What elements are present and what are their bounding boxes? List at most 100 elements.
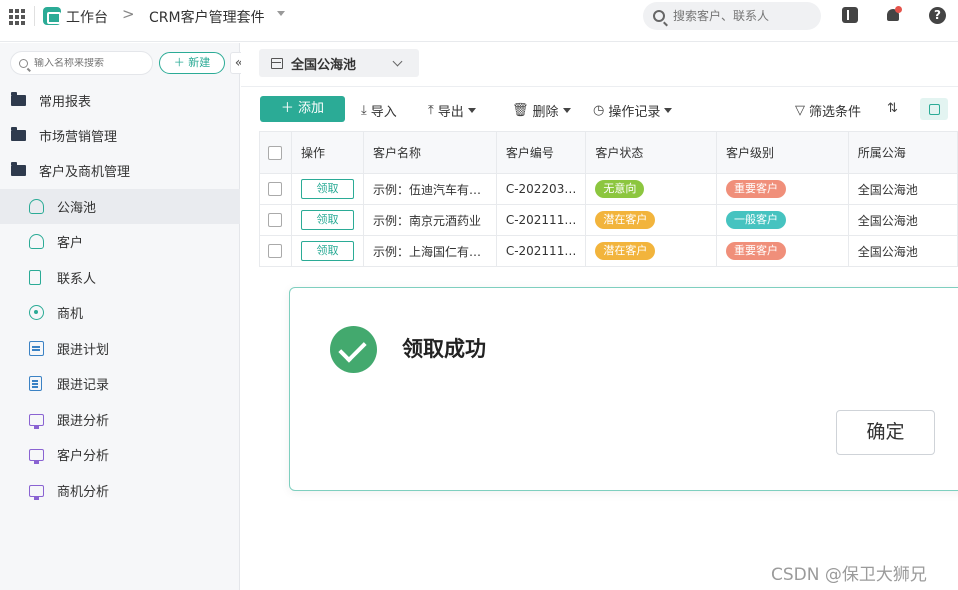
filter-button[interactable]: ▽ 筛选条件: [795, 101, 861, 120]
sidebar-item-label: 客户分析: [57, 449, 110, 464]
import-button[interactable]: ⤓ 导入: [361, 101, 397, 120]
view-selector[interactable]: 全国公海池: [259, 49, 419, 77]
sidebar-item-follow-analysis[interactable]: 跟进分析: [0, 402, 240, 437]
table-view-icon: [271, 57, 283, 69]
sidebar-item-follow-plan[interactable]: 跟进计划: [0, 331, 240, 366]
status-badge: 潜在客户: [595, 242, 656, 260]
workbench-logo-icon: [43, 7, 61, 25]
global-search[interactable]: [643, 2, 821, 30]
delete-button[interactable]: 🗑 删除: [512, 101, 571, 120]
clock-icon: ◷: [593, 103, 605, 118]
sidebar-group-marketing[interactable]: 市场营销管理: [0, 118, 240, 153]
sidebar-item-label: 客户: [57, 236, 84, 251]
status-cell: 潜在客户: [585, 235, 718, 267]
claim-button[interactable]: 领取: [300, 241, 354, 261]
sidebar-search[interactable]: [10, 51, 153, 75]
view-name: 全国公海池: [291, 57, 357, 73]
row-select-cell: [259, 173, 292, 205]
customer-name[interactable]: 示例：上海国仁有…: [362, 235, 497, 267]
sidebar-item-customers[interactable]: 客户: [0, 224, 240, 259]
column-header[interactable]: 客户编号: [495, 131, 587, 174]
export-label: 导出: [437, 105, 464, 120]
pool-name: 全国公海池: [847, 235, 958, 267]
column-header: 操作: [290, 131, 364, 174]
filter-icon: ▽: [795, 103, 805, 118]
table-row[interactable]: 领取 示例：南京元酒药业 C-202111… 潜在客户 一般客户 全国公海池: [259, 204, 958, 236]
sidebar-item-label: 商机: [57, 307, 84, 322]
table-row[interactable]: 领取 示例：伍迪汽车有… C-202203… 无意向 重要客户 全国公海池: [259, 173, 958, 205]
add-button[interactable]: ＋ 添加: [260, 96, 345, 122]
row-select-cell: [259, 204, 292, 236]
delete-label: 删除: [532, 105, 559, 120]
sidebar-item-label: 商机分析: [57, 485, 110, 500]
monitor-chart-icon: [29, 448, 44, 464]
app-switch-caret-icon[interactable]: [277, 11, 285, 16]
sidebar-item-customer-analysis[interactable]: 客户分析: [0, 437, 240, 472]
customer-name[interactable]: 示例：南京元酒药业: [362, 204, 497, 236]
export-button[interactable]: ⤒ 导出: [428, 101, 476, 120]
row-checkbox[interactable]: [268, 213, 282, 228]
global-search-input[interactable]: [673, 9, 813, 23]
divider: [34, 6, 35, 26]
column-header[interactable]: 所属公海: [847, 131, 958, 174]
sidebar-group-label: 常用报表: [39, 95, 92, 110]
claim-button[interactable]: 领取: [300, 179, 354, 199]
contact-card-icon: [29, 270, 41, 285]
manual-book-icon[interactable]: [842, 7, 858, 23]
pool-name: 全国公海池: [847, 173, 958, 205]
folder-open-icon: [11, 162, 26, 176]
claim-success-dialog: 领取成功 确定: [289, 287, 958, 491]
sort-icon[interactable]: ⇅: [887, 101, 898, 116]
level-cell: 重要客户: [716, 235, 849, 267]
import-label: 导入: [370, 105, 397, 120]
sidebar-item-label: 跟进计划: [57, 343, 110, 358]
row-checkbox[interactable]: [268, 244, 282, 259]
confirm-button[interactable]: 确定: [836, 410, 935, 455]
search-icon: [653, 10, 665, 22]
sidebar-item-public-pool[interactable]: 公海池: [0, 189, 240, 224]
sidebar-item-label: 跟进记录: [57, 378, 110, 393]
sidebar-group-customers[interactable]: 客户及商机管理: [0, 153, 240, 188]
action-cell: 领取: [290, 204, 364, 236]
export-icon: ⤒: [428, 103, 434, 118]
help-icon[interactable]: ?: [929, 7, 946, 24]
sidebar-group-label: 客户及商机管理: [39, 165, 131, 180]
notification-bell-icon[interactable]: [885, 6, 902, 23]
sidebar-item-follow-record[interactable]: 跟进记录: [0, 366, 240, 401]
monitor-chart-icon: [29, 484, 44, 500]
claim-button[interactable]: 领取: [300, 210, 354, 230]
new-button[interactable]: ＋ 新建: [159, 52, 225, 74]
sidebar-group-reports[interactable]: 常用报表: [0, 83, 240, 118]
level-badge: 重要客户: [726, 242, 787, 260]
customer-name[interactable]: 示例：伍迪汽车有…: [362, 173, 497, 205]
row-checkbox[interactable]: [268, 182, 282, 197]
history-button[interactable]: ◷ 操作记录: [593, 101, 673, 120]
breadcrumb-separator: >: [122, 5, 135, 23]
breadcrumb-app-name[interactable]: CRM客户管理套件: [149, 7, 265, 27]
column-header[interactable]: 客户级别: [716, 131, 849, 174]
select-all-checkbox[interactable]: [268, 145, 282, 160]
breadcrumb-workbench[interactable]: 工作台: [66, 7, 108, 27]
app-grid-icon[interactable]: [9, 9, 25, 25]
status-badge: 潜在客户: [595, 211, 656, 229]
caret-down-icon: [664, 108, 673, 113]
table-header-row: 操作 客户名称 客户编号 客户状态 客户级别 所属公海: [259, 131, 958, 174]
sidebar-item-contacts[interactable]: 联系人: [0, 260, 240, 295]
status-cell: 潜在客户: [585, 204, 718, 236]
sidebar-search-input[interactable]: [34, 57, 144, 69]
caret-down-icon: [467, 108, 476, 113]
table-row[interactable]: 领取 示例：上海国仁有… C-202111… 潜在客户 重要客户 全国公海池: [259, 235, 958, 267]
filter-label: 筛选条件: [809, 105, 862, 120]
status-badge: 无意向: [595, 180, 645, 198]
sidebar-item-label: 联系人: [57, 272, 97, 287]
column-header[interactable]: 客户状态: [585, 131, 718, 174]
sidebar-item-opportunities[interactable]: 商机: [0, 295, 240, 330]
folder-icon: [11, 92, 26, 106]
sidebar-item-opportunity-analysis[interactable]: 商机分析: [0, 473, 240, 508]
column-header[interactable]: 客户名称: [362, 131, 497, 174]
person-icon: [29, 234, 44, 249]
customer-code: C-202203…: [495, 173, 587, 205]
history-label: 操作记录: [608, 105, 661, 120]
pool-name: 全国公海池: [847, 204, 958, 236]
card-view-icon[interactable]: [920, 98, 948, 120]
